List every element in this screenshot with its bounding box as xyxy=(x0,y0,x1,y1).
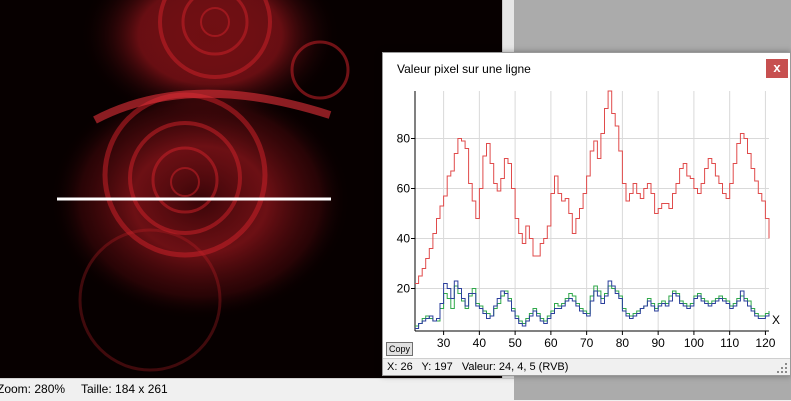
pixel-profile-window[interactable]: Valeur pixel sur une ligne x 30 40 50 60 70 8… xyxy=(382,52,791,376)
y-tick-label: 20 xyxy=(397,282,411,296)
x-axis-label: X xyxy=(772,313,780,327)
x-tick-label: 80 xyxy=(616,336,630,350)
zoom-readout: Zoom: 280% xyxy=(0,382,66,396)
image-status-bar: Zoom: 280% Taille: 184 x 261 xyxy=(0,378,514,401)
chart-series xyxy=(415,90,770,329)
red-series-line xyxy=(415,90,770,284)
y-readout: Y: 197 xyxy=(421,361,453,373)
y-tick-label: 60 xyxy=(397,182,411,196)
copy-button-label: Copy xyxy=(388,344,410,354)
y-tick-label: 80 xyxy=(397,132,411,146)
x-tick-label: 30 xyxy=(437,336,451,350)
x-tick-label: 100 xyxy=(684,336,704,350)
copy-button[interactable]: Copy xyxy=(386,342,413,356)
x-tick-label: 120 xyxy=(755,336,775,350)
x-readout: X: 26 xyxy=(387,361,413,373)
x-tick-label: 70 xyxy=(580,336,594,350)
value-readout: Valeur: 24, 4, 5 (RVB) xyxy=(461,361,569,373)
resize-grip-icon[interactable] xyxy=(776,362,788,374)
x-tick-label: 50 xyxy=(508,336,522,350)
x-tick-label: 90 xyxy=(651,336,665,350)
y-tick-label: 40 xyxy=(397,232,411,246)
x-tick-label: 60 xyxy=(544,336,558,350)
size-readout: Taille: 184 x 261 xyxy=(81,382,168,396)
x-tick-label: 40 xyxy=(473,336,487,350)
profile-info-bar: X: 26 Y: 197 Valeur: 24, 4, 5 (RVB) xyxy=(383,358,790,375)
profile-chart: 30 40 50 60 70 80 90 100 110 120 20 40 60 80 X xyxy=(397,90,780,350)
x-tick-label: 110 xyxy=(720,336,739,350)
